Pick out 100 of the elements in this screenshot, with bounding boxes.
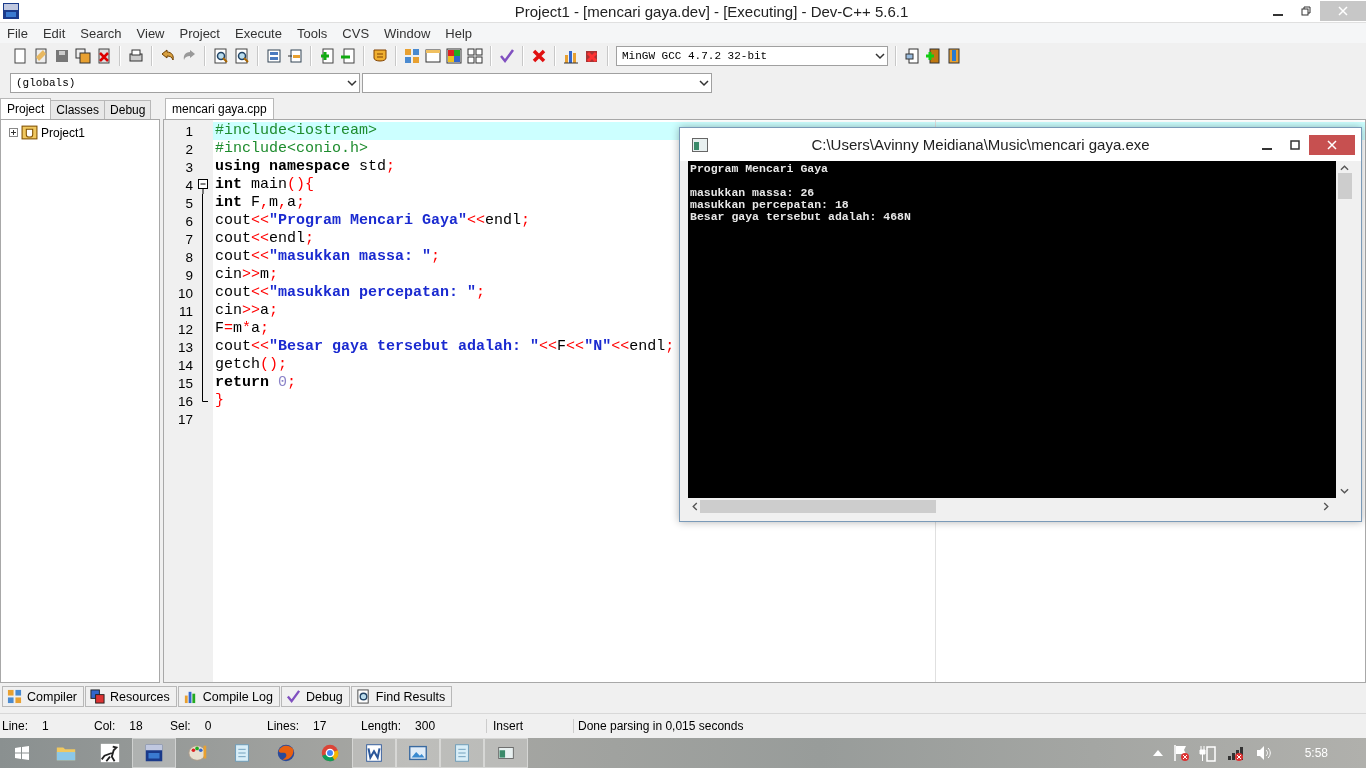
code-line: } xyxy=(215,392,224,410)
scrollbar-thumb[interactable] xyxy=(1337,173,1352,199)
menu-item[interactable]: Execute xyxy=(228,25,290,41)
line-number: 16 xyxy=(177,393,193,409)
flag-error-icon[interactable] xyxy=(1172,744,1189,762)
bookmark-icon[interactable] xyxy=(372,48,388,64)
scroll-left-icon[interactable] xyxy=(692,502,698,511)
status-value: 300 xyxy=(415,719,436,733)
status-label: Length: xyxy=(361,719,402,733)
check-icon xyxy=(285,689,301,704)
window-icon[interactable] xyxy=(425,48,441,64)
scrollbar-thumb[interactable] xyxy=(700,500,936,513)
line-number: 3 xyxy=(185,159,193,175)
status-value: 18 xyxy=(129,719,143,733)
status-value: 0 xyxy=(204,719,212,733)
line-number: 1 xyxy=(185,123,193,139)
panel-tab[interactable]: Project xyxy=(0,98,52,119)
console-output-line: Besar gaya tersebut adalah: 468N xyxy=(690,211,912,223)
color-tiles-icon[interactable] xyxy=(446,48,462,64)
console-icon xyxy=(692,137,708,152)
code-line: getch(); xyxy=(215,356,288,374)
panel-tab[interactable]: Classes xyxy=(50,100,106,119)
save-all-icon[interactable] xyxy=(75,48,91,64)
panel-tab[interactable]: Debug xyxy=(104,100,152,119)
code-line: int main(){ xyxy=(215,176,315,194)
window-title: Project1 - [mencari gaya.dev] - [Executing] - Dev-C++ 5.6.1 xyxy=(513,2,910,20)
line-number: 6 xyxy=(185,213,193,229)
minimize-icon xyxy=(1262,147,1272,150)
code-line: cout<<"masukkan massa: "; xyxy=(215,248,441,266)
output-tab[interactable]: Debug xyxy=(280,686,350,707)
code-line: int F,m,a; xyxy=(215,194,306,212)
app-icon xyxy=(3,3,19,19)
output-tab[interactable]: Find Results xyxy=(350,686,453,707)
console-output-line: masukkan percepatan: 18 xyxy=(690,199,850,211)
menu-item[interactable]: View xyxy=(129,25,173,41)
print-icon[interactable] xyxy=(128,48,144,64)
battery-plug-icon[interactable] xyxy=(1198,744,1217,762)
new-file-icon[interactable] xyxy=(12,48,28,64)
line-number: 10 xyxy=(177,285,193,301)
delete-icon[interactable] xyxy=(531,48,547,64)
code-line: cin>>a; xyxy=(215,302,279,320)
insert-mode: Insert xyxy=(486,719,573,733)
add-file-icon[interactable] xyxy=(319,48,335,64)
remove-file-icon[interactable] xyxy=(340,48,356,64)
project-options-icon[interactable] xyxy=(904,48,920,64)
windows-start-icon[interactable] xyxy=(14,745,30,761)
replace-icon[interactable] xyxy=(234,48,250,64)
scroll-up-icon[interactable] xyxy=(1340,165,1349,171)
save-icon[interactable] xyxy=(54,48,70,64)
indent-icon[interactable] xyxy=(266,48,282,64)
output-tab[interactable]: Compile Log xyxy=(177,686,280,707)
status-label: Sel: xyxy=(170,719,191,733)
chart-delete-icon[interactable] xyxy=(584,48,600,64)
menu-item[interactable]: Edit xyxy=(35,25,74,41)
palette-icon xyxy=(187,742,209,764)
line-number: 12 xyxy=(177,321,193,337)
find-icon[interactable] xyxy=(213,48,229,64)
output-tab[interactable]: Resources xyxy=(85,686,177,707)
check-icon[interactable] xyxy=(499,48,515,64)
dropdown-caret-icon[interactable] xyxy=(875,51,885,61)
network-error-icon[interactable] xyxy=(1226,744,1245,762)
tree-item[interactable]: Project1 xyxy=(41,125,86,140)
tiles-icon[interactable] xyxy=(404,48,420,64)
unindent-icon[interactable] xyxy=(287,48,303,64)
fold-marker-icon[interactable] xyxy=(196,176,210,194)
dropdown-caret-icon[interactable] xyxy=(347,78,357,88)
status-label: Line: xyxy=(2,719,29,733)
expand-icon[interactable] xyxy=(9,128,18,137)
chart-icon[interactable] xyxy=(563,48,579,64)
file-tab[interactable]: mencari gaya.cpp xyxy=(165,98,274,119)
class-select[interactable]: (globals) xyxy=(10,73,360,93)
code-line: cout<<"Program Mencari Gaya"<<endl; xyxy=(215,212,531,230)
menu-item[interactable]: CVS xyxy=(335,25,378,41)
scroll-right-icon[interactable] xyxy=(1323,502,1329,511)
dropdown-caret-icon[interactable] xyxy=(699,78,709,88)
close-file-icon[interactable] xyxy=(96,48,112,64)
line-number: 13 xyxy=(177,339,193,355)
add-folder-icon[interactable] xyxy=(925,48,941,64)
maximize-icon xyxy=(1290,139,1300,150)
open-file-icon[interactable] xyxy=(33,48,49,64)
output-tab[interactable]: Compiler xyxy=(2,686,84,707)
code-line: #include<iostream> xyxy=(215,122,378,140)
menu-item[interactable]: File xyxy=(0,25,36,41)
menu-item[interactable]: Tools xyxy=(289,25,336,41)
close-button[interactable] xyxy=(1309,134,1355,155)
taskbar-button[interactable] xyxy=(352,738,396,768)
code-line: cout<<"masukkan percepatan: "; xyxy=(215,284,486,302)
close-icon xyxy=(1338,6,1348,16)
menu-item[interactable]: Search xyxy=(73,25,130,41)
line-number: 15 xyxy=(177,375,193,391)
book-icon[interactable] xyxy=(946,48,962,64)
menu-item[interactable]: Help xyxy=(438,25,481,41)
line-number: 11 xyxy=(179,303,193,319)
taskbar-button[interactable] xyxy=(132,738,176,768)
menu-item[interactable]: Project xyxy=(172,25,228,41)
compiler-select[interactable]: MinGW GCC 4.7.2 32-bit xyxy=(616,46,888,66)
up-arrow-icon[interactable] xyxy=(1152,750,1163,756)
menu-item[interactable]: Window xyxy=(377,25,439,41)
scroll-down-icon[interactable] xyxy=(1340,488,1349,494)
grid-icon[interactable] xyxy=(467,48,483,64)
